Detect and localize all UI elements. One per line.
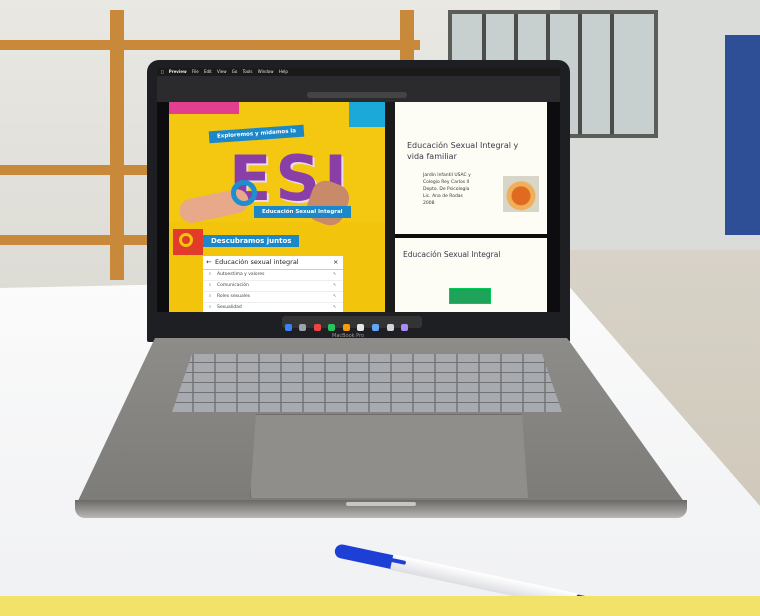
- search-icon: ⌕: [208, 305, 212, 310]
- diagram-box: [449, 288, 491, 304]
- arrow-up-left-icon: ↖: [333, 283, 337, 288]
- preview-toolbar: [157, 76, 560, 102]
- menu-item-go[interactable]: Go: [232, 69, 238, 74]
- menu-item-preview[interactable]: Preview: [169, 69, 187, 74]
- esi-cover: Exploremos y midamos la ESI Educación Se…: [169, 102, 385, 230]
- slide-title: Educación Sexual Integral: [403, 250, 501, 259]
- menu-item-edit[interactable]: Edit: [204, 69, 212, 74]
- notes-icon[interactable]: [386, 324, 394, 331]
- esi-heading: Exploremos y midamos la: [208, 124, 305, 144]
- preview-icon[interactable]: [372, 324, 380, 331]
- messages-icon[interactable]: [328, 324, 336, 331]
- menu-item-tools[interactable]: Tools: [243, 69, 253, 74]
- settings-icon[interactable]: [401, 324, 409, 331]
- list-item[interactable]: ⌕ Comunicación ↖: [203, 281, 343, 292]
- photos-icon[interactable]: [342, 324, 350, 331]
- list-item[interactable]: ⌕ Roles sexuales ↖: [203, 292, 343, 303]
- back-arrow-icon[interactable]: ←: [203, 256, 215, 269]
- list-item[interactable]: ⌕ Sexualidad ↖: [203, 303, 343, 312]
- esi-subtitle: Educación Sexual Integral: [254, 206, 351, 218]
- esi-slide: Exploremos y midamos la ESI Educación Se…: [169, 102, 385, 312]
- menu-item-view[interactable]: View: [217, 69, 227, 74]
- slide-body: Jardín Infantil USAC y Colegio Rey Carlo…: [423, 173, 471, 206]
- arrow-up-left-icon: ↖: [333, 305, 337, 310]
- finder-icon[interactable]: [284, 324, 292, 331]
- footer-band: [0, 596, 760, 616]
- search-icon: ⌕: [208, 294, 212, 299]
- search-icon: ⌕: [208, 283, 212, 288]
- chrome-icon[interactable]: [313, 324, 321, 331]
- section-title: Descubramos juntos: [203, 235, 300, 247]
- dock: [282, 316, 422, 350]
- slide-right-1: Educación Sexual Integral y vida familia…: [395, 102, 547, 234]
- slide-right-2: Educación Sexual Integral: [395, 238, 547, 312]
- search-card: ← Educación sexual integral × ⌕ Autoestima …: [203, 256, 343, 312]
- cake-photo: [503, 176, 539, 212]
- arrow-up-left-icon: ↖: [333, 294, 337, 299]
- list-item[interactable]: ⌕ Autoestima y valores ↖: [203, 270, 343, 281]
- split-divider[interactable]: [385, 102, 395, 312]
- menu-bar:  Preview File Edit View Go Tools Window…: [157, 68, 560, 76]
- magnifier-icon: [231, 180, 257, 206]
- search-icon: ⌕: [208, 272, 212, 277]
- calendar-icon[interactable]: [357, 324, 365, 331]
- menu-item-help[interactable]: Help: [279, 69, 288, 74]
- search-header: ← Educación sexual integral ×: [203, 256, 343, 270]
- trackpad[interactable]: [250, 414, 528, 498]
- photo-scene:  Preview File Edit View Go Tools Window…: [0, 0, 760, 616]
- search-title: Educación sexual integral: [215, 258, 299, 266]
- close-icon[interactable]: ×: [333, 256, 343, 269]
- arrow-up-left-icon: ↖: [333, 272, 337, 277]
- laptop-screen:  Preview File Edit View Go Tools Window…: [157, 68, 560, 312]
- launchpad-icon[interactable]: [299, 324, 307, 331]
- lid-notch: [346, 502, 416, 506]
- menu-item-window[interactable]: Window: [258, 69, 274, 74]
- slide-title: Educación Sexual Integral y vida familia…: [407, 141, 519, 161]
- menu-item-file[interactable]: File: [192, 69, 199, 74]
- search-icon: [173, 229, 203, 255]
- esi-search-section: Descubramos juntos ← Educación sexual int…: [169, 226, 385, 312]
- toolbar-tools[interactable]: [307, 92, 407, 98]
- apple-icon[interactable]: : [161, 69, 163, 74]
- blue-panel: [725, 35, 760, 235]
